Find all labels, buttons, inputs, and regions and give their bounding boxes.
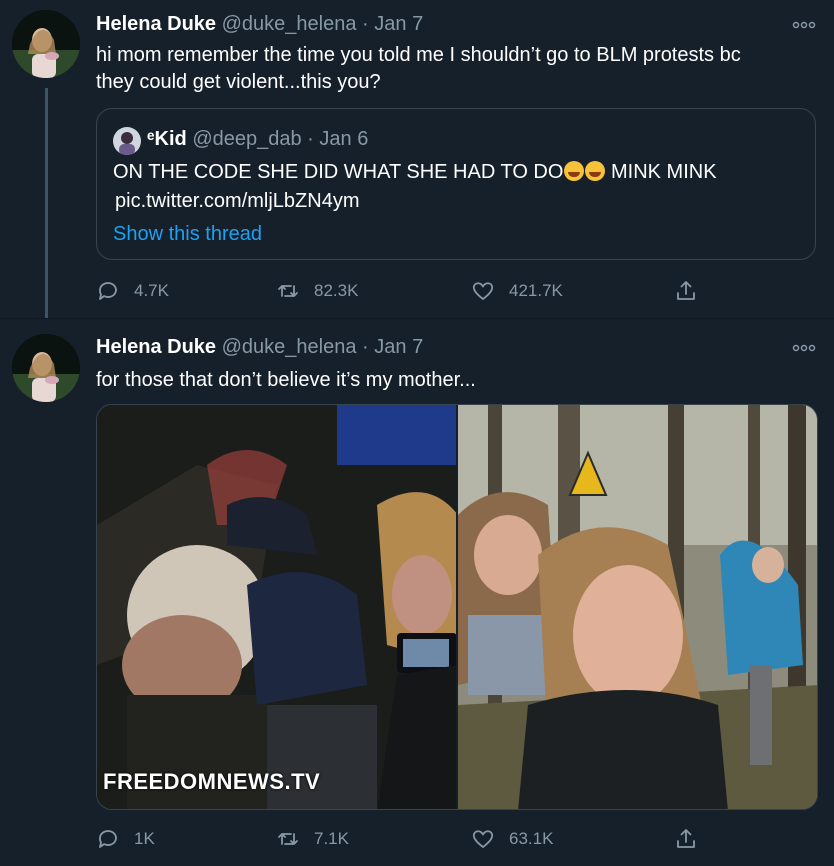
forest-selfie-photo[interactable] (458, 405, 817, 809)
retweet-icon (278, 833, 298, 845)
tweet-date[interactable]: Jan 7 (374, 336, 423, 358)
laughing-emoji-icon (585, 161, 606, 181)
quote-date[interactable]: Jan 6 (319, 128, 368, 150)
tweet-actions: 4.7K 82.3K 421.7K (96, 276, 736, 306)
quote-header: ᵉKid @deep_dab · Jan 6 (147, 126, 368, 152)
thread-connector-line (45, 88, 48, 318)
share-button[interactable] (674, 276, 698, 306)
like-count: 63.1K (509, 829, 554, 848)
like-button[interactable]: 421.7K (471, 276, 563, 306)
quote-avatar[interactable] (113, 127, 141, 155)
quote-media-link[interactable]: pic.twitter.com/mljLbZN4ym (115, 187, 360, 215)
tweet-media[interactable]: FREEDOMNEWS.TV (96, 404, 818, 810)
reply-button[interactable]: 4.7K (96, 276, 169, 306)
tweet-actions: 1K 7.1K 63.1K (96, 824, 736, 854)
like-button[interactable]: 63.1K (471, 824, 553, 854)
reply-icon (99, 282, 117, 300)
display-name[interactable]: Helena Duke (96, 13, 216, 35)
show-thread-link[interactable]: Show this thread (113, 221, 262, 247)
tweet-text-line-2: they could get violent...this you? (96, 71, 381, 93)
laughing-emoji-icon (564, 161, 585, 181)
quote-text-main: ON THE CODE SHE DID WHAT SHE HAD TO DO (113, 161, 564, 183)
quoted-tweet[interactable]: ᵉKid @deep_dab · Jan 6 ON THE CODE SHE D… (96, 108, 816, 260)
separator-dot: · (362, 336, 369, 358)
quote-user-handle[interactable]: @deep_dab (192, 128, 301, 150)
avatar[interactable] (12, 10, 80, 78)
separator-dot: · (362, 13, 369, 35)
reply-icon (99, 830, 117, 848)
share-icon (677, 281, 695, 300)
tweet-header: Helena Duke @duke_helena · Jan 7 (96, 12, 423, 36)
heart-icon (472, 282, 494, 300)
retweet-count: 7.1K (314, 829, 349, 848)
heart-icon (472, 830, 494, 848)
user-handle[interactable]: @duke_helena (222, 13, 357, 35)
share-icon (677, 829, 695, 848)
tweet-text: for those that don’t believe it’s my mot… (96, 369, 476, 391)
tweet-2[interactable]: Helena Duke @duke_helena · Jan 7 for tho… (0, 318, 834, 866)
protest-photo[interactable]: FREEDOMNEWS.TV (97, 405, 456, 809)
quote-display-name[interactable]: ᵉKid (147, 128, 187, 150)
more-options-icon[interactable] (792, 341, 816, 353)
retweet-icon (278, 285, 298, 297)
more-options-icon[interactable] (792, 18, 816, 30)
like-count: 421.7K (509, 281, 563, 300)
retweet-count: 82.3K (314, 281, 359, 300)
retweet-button[interactable]: 82.3K (276, 276, 358, 306)
quote-separator-dot: · (307, 128, 314, 150)
reply-count: 1K (134, 829, 155, 848)
reply-count: 4.7K (134, 281, 169, 300)
tweet-date[interactable]: Jan 7 (374, 13, 423, 35)
quote-text-tail: MINK MINK (605, 161, 717, 183)
tweet-text-line-1: hi mom remember the time you told me I s… (96, 44, 741, 66)
media-watermark: FREEDOMNEWS.TV (103, 769, 321, 794)
user-handle[interactable]: @duke_helena (222, 336, 357, 358)
share-button[interactable] (674, 824, 698, 854)
quote-text: ON THE CODE SHE DID WHAT SHE HAD TO DO M… (113, 158, 717, 186)
tweet-header: Helena Duke @duke_helena · Jan 7 (96, 335, 423, 359)
tweet-1[interactable]: Helena Duke @duke_helena · Jan 7 hi mom … (0, 0, 834, 318)
retweet-button[interactable]: 7.1K (276, 824, 349, 854)
reply-button[interactable]: 1K (96, 824, 155, 854)
avatar[interactable] (12, 334, 80, 402)
display-name[interactable]: Helena Duke (96, 336, 216, 358)
